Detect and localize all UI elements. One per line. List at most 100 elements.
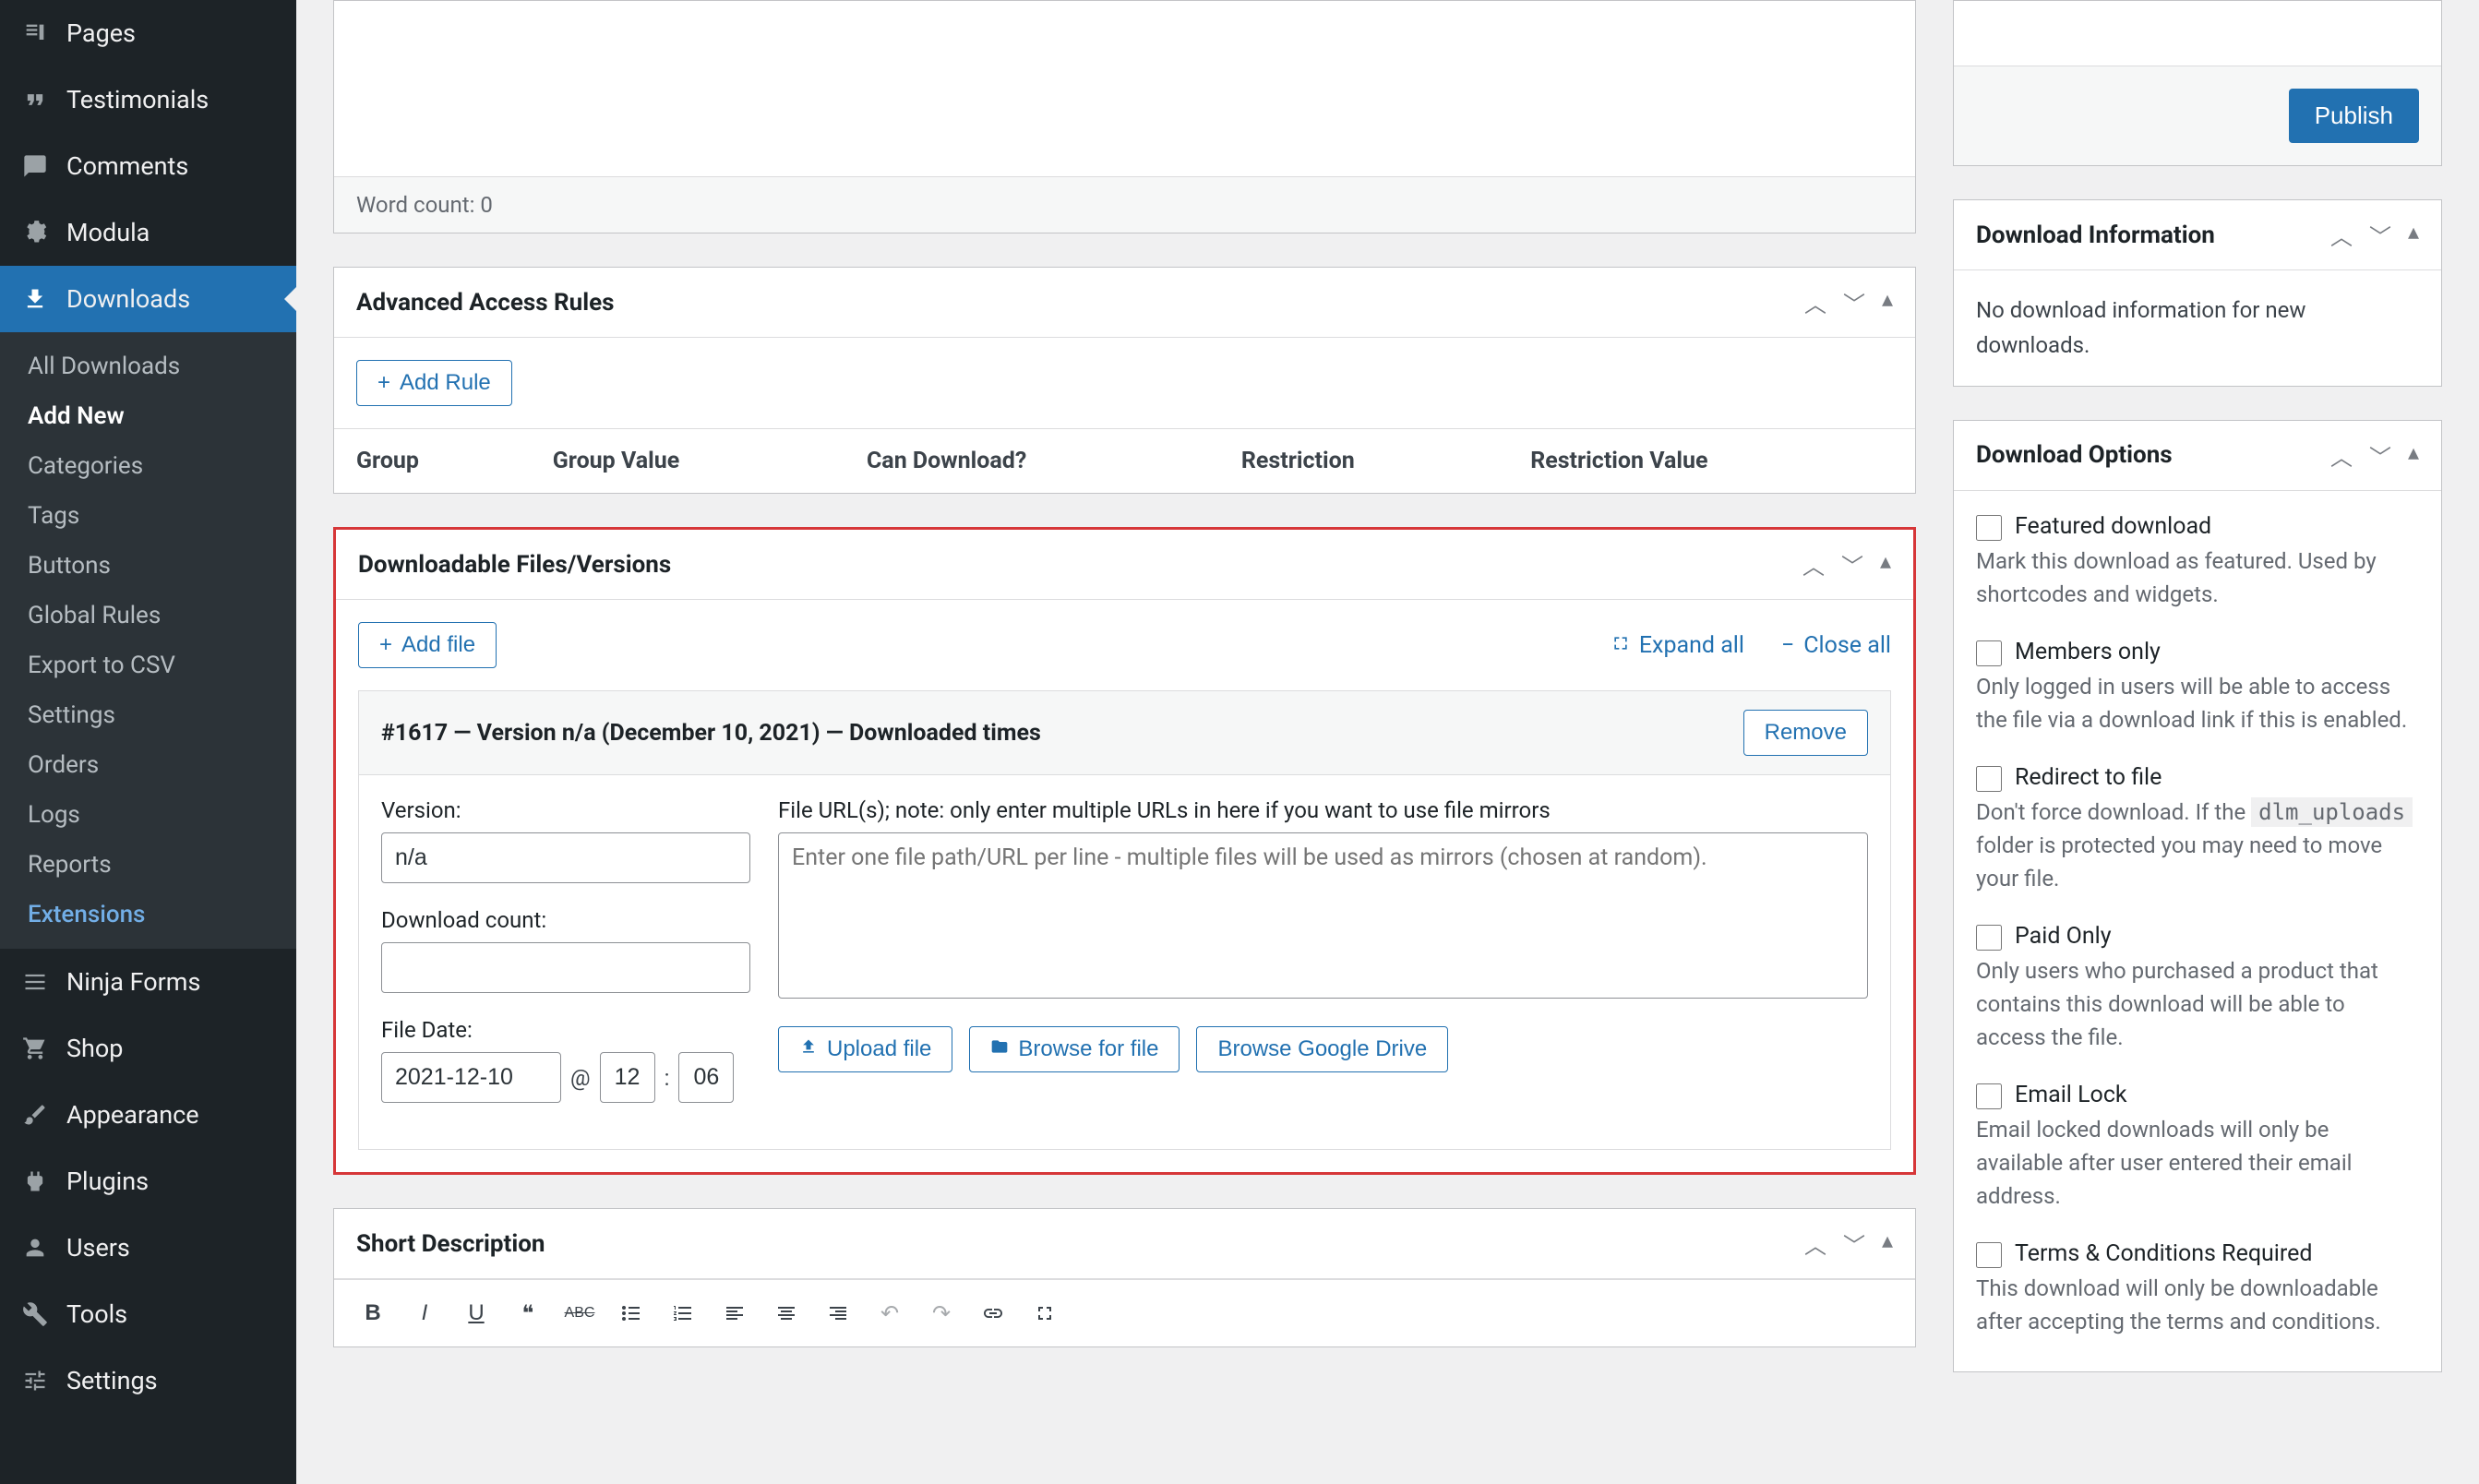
- sidebar-item-tools[interactable]: Tools: [0, 1281, 296, 1347]
- underline-button[interactable]: U: [456, 1293, 497, 1334]
- terms-checkbox[interactable]: [1976, 1242, 2002, 1268]
- upload-file-button[interactable]: Upload file: [778, 1026, 952, 1072]
- align-center-button[interactable]: [766, 1293, 807, 1334]
- browse-file-button[interactable]: Browse for file: [969, 1026, 1180, 1072]
- download-count-input[interactable]: [381, 942, 750, 993]
- submenu-add-new[interactable]: Add New: [0, 391, 296, 441]
- undo-button[interactable]: ↶: [869, 1293, 910, 1334]
- sidebar-item-shop[interactable]: Shop: [0, 1015, 296, 1082]
- redirect-checkbox[interactable]: [1976, 766, 2002, 792]
- panel-down-icon[interactable]: ﹀: [2369, 439, 2391, 472]
- publish-panel: Publish: [1953, 0, 2442, 166]
- panel-down-icon[interactable]: ﹀: [1841, 548, 1863, 580]
- sidebar-label: Comments: [66, 151, 188, 181]
- gear-icon: [18, 216, 52, 249]
- link-button[interactable]: [973, 1293, 1013, 1334]
- sidebar-item-appearance[interactable]: Appearance: [0, 1082, 296, 1148]
- blockquote-button[interactable]: ❝: [508, 1293, 548, 1334]
- panel-up-icon[interactable]: ︿: [1802, 548, 1825, 580]
- panel-title: Advanced Access Rules: [356, 289, 615, 317]
- submenu-tags[interactable]: Tags: [0, 491, 296, 541]
- align-left-button[interactable]: [714, 1293, 755, 1334]
- sidebar-label: Plugins: [66, 1167, 149, 1196]
- file-urls-textarea[interactable]: [778, 832, 1868, 999]
- sidebar-item-pages[interactable]: Pages: [0, 0, 296, 66]
- panel-title: Download Information: [1976, 221, 2215, 249]
- paid-checkbox[interactable]: [1976, 925, 2002, 951]
- download-icon: [18, 282, 52, 316]
- version-input[interactable]: [381, 832, 750, 883]
- featured-label: Featured download: [2015, 513, 2211, 540]
- panel-up-icon[interactable]: ︿: [1804, 1227, 1826, 1260]
- sidebar-item-downloads[interactable]: Downloads: [0, 266, 296, 332]
- plus-icon: +: [377, 370, 390, 396]
- file-urls-label: File URL(s); note: only enter multiple U…: [778, 797, 1868, 823]
- redo-button[interactable]: ↷: [921, 1293, 962, 1334]
- sidebar-item-modula[interactable]: Modula: [0, 199, 296, 266]
- sidebar-item-settings[interactable]: Settings: [0, 1347, 296, 1414]
- user-icon: [18, 1231, 52, 1264]
- editor-body[interactable]: [334, 1, 1915, 176]
- submenu-buttons[interactable]: Buttons: [0, 541, 296, 591]
- col-restriction: Restriction: [1219, 429, 1508, 494]
- panel-up-icon[interactable]: ︿: [1804, 286, 1826, 318]
- bold-button[interactable]: B: [353, 1293, 393, 1334]
- numbered-list-button[interactable]: [663, 1293, 703, 1334]
- panel-toggle-icon[interactable]: ▴: [2408, 219, 2419, 251]
- submenu-extensions[interactable]: Extensions: [0, 890, 296, 939]
- panel-toggle-icon[interactable]: ▴: [1882, 286, 1893, 318]
- date-input[interactable]: [381, 1052, 561, 1103]
- panel-up-icon[interactable]: ︿: [2330, 439, 2353, 472]
- submenu-categories[interactable]: Categories: [0, 441, 296, 491]
- browse-gdrive-button[interactable]: Browse Google Drive: [1196, 1026, 1448, 1072]
- minute-input[interactable]: [678, 1052, 734, 1103]
- strikethrough-button[interactable]: ABC: [559, 1293, 600, 1334]
- sidebar-item-ninja-forms[interactable]: Ninja Forms: [0, 949, 296, 1015]
- panel-down-icon[interactable]: ﹀: [1843, 1227, 1865, 1260]
- file-date-label: File Date:: [381, 1017, 750, 1043]
- sidebar-label: Modula: [66, 218, 150, 247]
- email-checkbox[interactable]: [1976, 1083, 2002, 1109]
- featured-checkbox[interactable]: [1976, 515, 2002, 541]
- panel-down-icon[interactable]: ﹀: [1843, 286, 1865, 318]
- submenu-settings[interactable]: Settings: [0, 690, 296, 740]
- panel-title: Short Description: [356, 1230, 545, 1258]
- sidebar-item-plugins[interactable]: Plugins: [0, 1148, 296, 1215]
- submenu-reports[interactable]: Reports: [0, 840, 296, 890]
- add-file-button[interactable]: + Add file: [358, 622, 497, 668]
- remove-version-button[interactable]: Remove: [1743, 710, 1868, 756]
- submenu-logs[interactable]: Logs: [0, 790, 296, 840]
- fullscreen-button[interactable]: [1024, 1293, 1065, 1334]
- rules-table: Group Group Value Can Download? Restrict…: [334, 428, 1915, 493]
- submenu-orders[interactable]: Orders: [0, 740, 296, 790]
- wrench-icon: [18, 1298, 52, 1331]
- panel-down-icon[interactable]: ﹀: [2369, 219, 2391, 251]
- submenu-global-rules[interactable]: Global Rules: [0, 591, 296, 640]
- expand-all-link[interactable]: Expand all: [1611, 632, 1744, 659]
- word-count: Word count: 0: [334, 176, 1915, 233]
- close-all-link[interactable]: − Close all: [1781, 632, 1891, 659]
- members-checkbox[interactable]: [1976, 640, 2002, 666]
- sidebar-item-comments[interactable]: Comments: [0, 133, 296, 199]
- italic-button[interactable]: I: [404, 1293, 445, 1334]
- panel-up-icon[interactable]: ︿: [2330, 219, 2353, 251]
- sidebar-label: Users: [66, 1233, 130, 1263]
- sidebar-label: Ninja Forms: [66, 967, 200, 997]
- panel-toggle-icon[interactable]: ▴: [1882, 1227, 1893, 1260]
- sidebar-item-users[interactable]: Users: [0, 1215, 296, 1281]
- advanced-access-rules-panel: Advanced Access Rules ︿ ﹀ ▴ + Add Rule G…: [333, 267, 1916, 494]
- sidebar-item-testimonials[interactable]: Testimonials: [0, 66, 296, 133]
- sidebar-label: Downloads: [66, 284, 190, 314]
- pages-icon: [18, 17, 52, 50]
- add-rule-button[interactable]: + Add Rule: [356, 360, 512, 406]
- bullet-list-button[interactable]: [611, 1293, 652, 1334]
- align-right-button[interactable]: [818, 1293, 858, 1334]
- panel-toggle-icon[interactable]: ▴: [2408, 439, 2419, 472]
- panel-toggle-icon[interactable]: ▴: [1880, 548, 1891, 580]
- publish-button[interactable]: Publish: [2289, 89, 2419, 143]
- col-group: Group: [334, 429, 531, 494]
- submenu-export-csv[interactable]: Export to CSV: [0, 640, 296, 690]
- submenu-all-downloads[interactable]: All Downloads: [0, 341, 296, 391]
- download-information-panel: Download Information ︿ ﹀ ▴ No download i…: [1953, 199, 2442, 387]
- hour-input[interactable]: [600, 1052, 655, 1103]
